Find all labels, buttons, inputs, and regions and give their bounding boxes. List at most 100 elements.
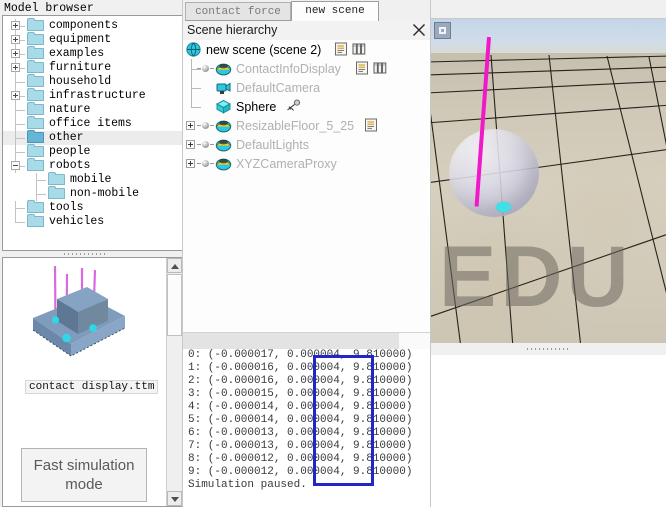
tree-guide-line [191, 69, 201, 70]
viewport-panel: EDU [431, 0, 666, 507]
scroll-down-button[interactable] [167, 491, 182, 506]
expand-icon[interactable] [186, 140, 195, 149]
model-browser-item-household[interactable]: household [3, 74, 182, 89]
view-square-icon[interactable] [434, 22, 451, 39]
scene-hierarchy-item-contactinfodisplay[interactable]: ContactInfoDisplay [183, 59, 431, 78]
chevron-down-icon [171, 497, 179, 502]
tree-guide-line [191, 107, 201, 108]
console-line: 1: (-0.000016, 0.000004, 9.810000) [188, 362, 413, 374]
tab-contact-force[interactable]: contact force [185, 2, 291, 21]
tree-guide-line [15, 82, 25, 83]
scene-hierarchy-item-new-scene--scene-2-[interactable]: new scene (scene 2) [183, 40, 431, 59]
object-state-dot-icon[interactable] [202, 122, 209, 129]
folder-icon [27, 102, 44, 115]
model-browser-item-office-items[interactable]: office items [3, 116, 182, 131]
expand-icon[interactable] [186, 159, 195, 168]
folder-icon [27, 116, 44, 129]
scene-hierarchy-item-defaultlights[interactable]: DefaultLights [183, 135, 431, 154]
object-state-dot-icon[interactable] [202, 160, 209, 167]
camera-icon [216, 82, 231, 94]
script-icon[interactable] [364, 118, 379, 132]
model-browser-item-components[interactable]: components [3, 18, 182, 33]
model-browser-item-infrastructure[interactable]: infrastructure [3, 88, 182, 103]
fast-simulation-mode-button[interactable]: Fast simulation mode [21, 448, 147, 502]
tree-guide-line [36, 180, 46, 181]
model-browser-item-robots[interactable]: robots [3, 158, 182, 173]
model-browser-item-examples[interactable]: examples [3, 46, 182, 61]
tree-guide-line [210, 163, 214, 164]
console-lines: 0: (-0.000017, 0.000004, 9.810000) 1: (-0… [183, 349, 431, 492]
console-line: 9: (-0.000012, 0.000004, 9.810000) [188, 466, 413, 478]
model-browser-item-nature[interactable]: nature [3, 102, 182, 117]
console-line: 5: (-0.000014, 0.000004, 9.810000) [188, 414, 413, 426]
splitter-grip-icon [527, 348, 571, 350]
scene-hierarchy-header: Scene hierarchy [183, 21, 431, 41]
scene-globe-icon [186, 42, 201, 57]
tree-guide-line [15, 124, 25, 125]
model-browser-tree[interactable]: components equipment examples furniture hous… [2, 15, 183, 251]
tree-guide-line [210, 144, 214, 145]
expand-icon[interactable] [11, 35, 20, 44]
expand-icon[interactable] [11, 63, 20, 72]
script-icon[interactable] [334, 42, 349, 56]
viewport-top-bar [431, 0, 666, 19]
model-browser-item-label: examples [49, 47, 105, 60]
model-browser-item-label: furniture [49, 61, 112, 74]
folder-icon [27, 32, 44, 45]
folder-icon [27, 214, 44, 227]
object-state-dot-icon[interactable] [202, 141, 209, 148]
collapse-icon[interactable] [11, 161, 20, 170]
model-browser-item-vehicles[interactable]: vehicles [3, 214, 182, 229]
expand-icon[interactable] [186, 121, 195, 130]
model-browser-item-other[interactable]: other [3, 130, 182, 145]
model-browser-item-equipment[interactable]: equipment [3, 32, 182, 47]
page-stack-icon[interactable] [373, 61, 388, 75]
scene-hierarchy-item-sphere[interactable]: Sphere [183, 97, 431, 116]
model-browser-item-label: equipment [49, 33, 112, 46]
hscrollbar-track[interactable] [183, 333, 399, 349]
scene-hierarchy-item-defaultcamera[interactable]: DefaultCamera [183, 78, 431, 97]
folder-icon [27, 144, 44, 157]
tab-new-scene[interactable]: new scene [291, 1, 379, 22]
model-browser-item-furniture[interactable]: furniture [3, 60, 182, 75]
scene-hierarchy-item-resizablefloor-5-25[interactable]: ResizableFloor_5_25 [183, 116, 431, 135]
model-browser-item-label: vehicles [49, 215, 105, 228]
scene-3d-viewport[interactable]: EDU [431, 19, 666, 343]
viewport-splitter[interactable] [431, 343, 666, 355]
expand-icon[interactable] [11, 91, 20, 100]
hierarchy-horizontal-scrollbar[interactable] [183, 332, 431, 349]
object-sphere-icon [215, 63, 232, 76]
tree-guide-line [197, 163, 201, 164]
tree-guide-line [15, 138, 25, 139]
model-browser-item-tools[interactable]: tools [3, 200, 182, 215]
sphere-object[interactable] [449, 129, 539, 217]
scroll-up-button[interactable] [167, 258, 182, 273]
console-line: 4: (-0.000014, 0.000004, 9.810000) [188, 401, 413, 413]
model-browser-item-label: tools [49, 201, 84, 214]
expand-icon[interactable] [11, 21, 20, 30]
scrollbar-thumb[interactable] [167, 274, 182, 336]
page-stack-icon[interactable] [352, 42, 367, 56]
object-sphere-icon [215, 139, 232, 152]
scene-hierarchy-tree[interactable]: new scene (scene 2) ContactInfoDisplay Def… [183, 40, 431, 332]
model-browser-item-non-mobile[interactable]: non-mobile [3, 186, 182, 201]
scene-hierarchy-item-xyzcameraproxy[interactable]: XYZCameraProxy [183, 154, 431, 173]
tree-guide-line [15, 215, 16, 222]
tree-guide-line [210, 125, 214, 126]
model-browser-item-mobile[interactable]: mobile [3, 172, 182, 187]
model-preview-panel[interactable]: contact display.ttm Fast simulation mode [2, 257, 183, 507]
scene-hierarchy-item-label: DefaultCamera [236, 81, 321, 95]
expand-icon[interactable] [11, 49, 20, 58]
model-browser-item-label: people [49, 145, 91, 158]
model-browser-item-label: non-mobile [70, 187, 140, 200]
model-browser-item-people[interactable]: people [3, 144, 182, 159]
close-icon[interactable] [411, 22, 427, 38]
script-icon[interactable] [355, 61, 370, 75]
folder-icon [27, 18, 44, 31]
preview-vertical-scrollbar[interactable] [166, 258, 182, 506]
dynamics-icon[interactable] [286, 99, 301, 113]
console-output[interactable]: 0: (-0.000017, 0.000004, 9.810000) 1: (-0… [183, 349, 431, 507]
model-thumbnail[interactable]: contact display.ttm [3, 258, 167, 398]
object-state-dot-icon[interactable] [202, 65, 209, 72]
scene-hierarchy-item-label: XYZCameraProxy [236, 157, 337, 171]
